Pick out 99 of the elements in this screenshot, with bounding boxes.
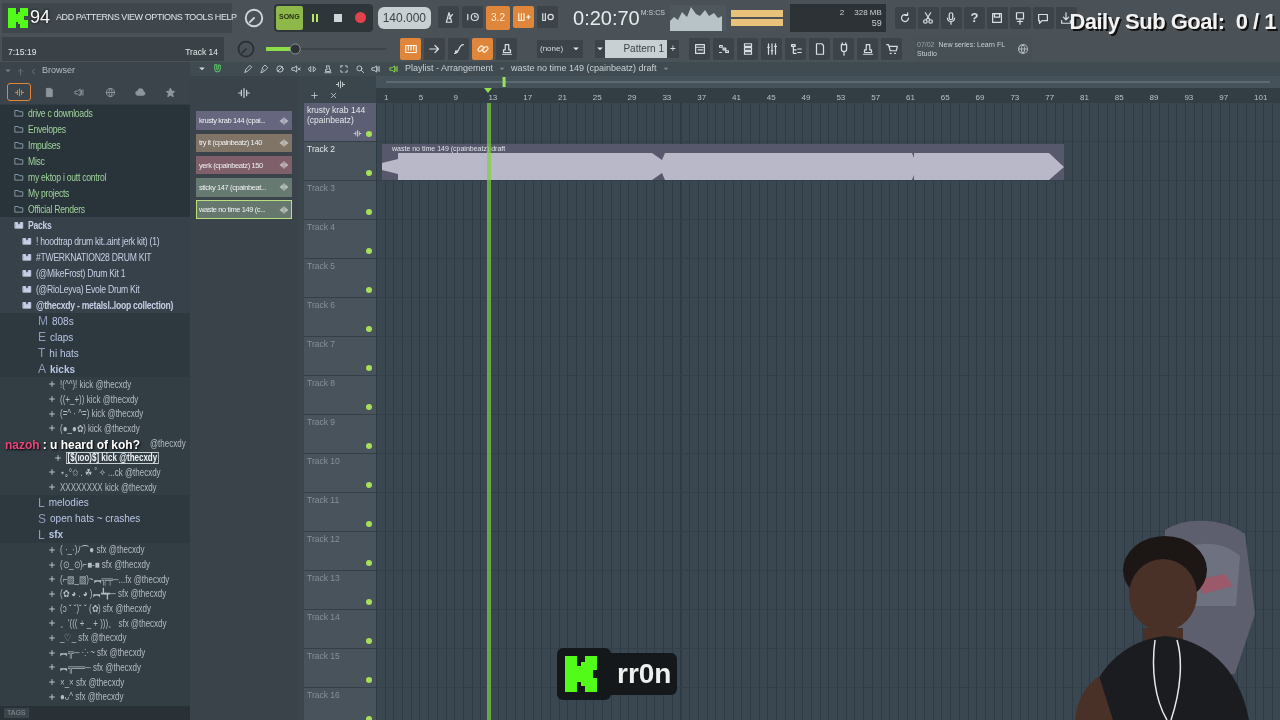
bar-number: 93: [1184, 92, 1194, 102]
bar-number: 61: [906, 92, 915, 102]
pack-item[interactable]: @thecxdy - metalsl..loop collection): [0, 297, 190, 313]
bar-number: 57: [871, 92, 881, 102]
folder-item[interactable]: Envelopes: [0, 121, 190, 137]
track-name: Track 2: [307, 143, 337, 154]
bar-number: 17: [523, 92, 533, 102]
sample-item[interactable]: ×_× sfx @thecxdy: [0, 674, 190, 690]
bar-number: 65: [940, 92, 950, 102]
bar-number: 89: [1149, 92, 1159, 102]
sample-item[interactable]: ( ·_·)ﾉ⌒● sfx @thecxdy: [0, 542, 190, 558]
viewer-count: 94: [30, 6, 51, 29]
add-pattern-button[interactable]: +: [667, 39, 679, 58]
sample-item[interactable]: (=^ · ^=) kick @thecxdy: [0, 406, 190, 422]
bar-number: 77: [1045, 92, 1055, 102]
bar-number: 37: [697, 92, 707, 102]
menu-item[interactable]: VIEW: [121, 10, 143, 25]
bar-number: 97: [1219, 92, 1229, 102]
track-header[interactable]: Track 2: [304, 141, 376, 181]
menu-item[interactable]: TOOLS: [184, 10, 213, 25]
pack-item[interactable]: (@RioLeyva) Evole Drum Kit: [0, 281, 190, 297]
pack-item[interactable]: #TWERKNATION28 DRUM KIT: [0, 249, 190, 265]
sample-item[interactable]: @thecxdy: [150, 435, 190, 451]
chat-message: : u heard of koh?: [42, 437, 140, 453]
tempo-display[interactable]: 140.000: [377, 6, 431, 29]
pack-item[interactable]: ! hoodtrap drum kit..aint jerk kit) (1): [0, 233, 190, 249]
bar-number: 25: [592, 92, 602, 102]
sample-item[interactable]: (⊙_⊙)⌐■-■ sfx @thecxdy: [0, 557, 190, 572]
track-header[interactable]: krusty krab 144 (cpainbeatz): [304, 102, 376, 142]
sub-goal-text: Daily Sub Goal: 0 / 1: [1069, 8, 1276, 36]
sample-item[interactable]: _♡_ sfx @thecxdy: [0, 630, 190, 646]
sample-item[interactable]: (✿ ◕ . ◕ )︻┻┳─ sfx @thecxdy: [0, 586, 190, 602]
bar-number: 73: [1010, 92, 1020, 102]
sample-item[interactable]: XXXXXXXX kick @thecxdy: [0, 479, 190, 495]
sample-item[interactable]: ((+_+)) kick @thecxdy: [0, 391, 190, 407]
sample-item[interactable]: (⌐▨_▨)~︻╦╤─...fx @thecxdy: [0, 571, 190, 587]
bar-number: 5: [418, 92, 424, 102]
folder-item[interactable]: My projects: [0, 185, 190, 201]
browser-title: Browser: [42, 64, 75, 78]
streamer-name: rr0n: [611, 653, 678, 695]
sample-item[interactable]: !(^^)! kick @thecxdy: [0, 377, 190, 392]
bar-number: 29: [627, 92, 637, 102]
track-name: Track 14: [307, 611, 341, 622]
sample-item[interactable]: ●ᴗ^ sfx @thecxdy: [0, 689, 190, 705]
bar-number: 33: [662, 92, 672, 102]
bar-number: 45: [766, 92, 776, 102]
channel-dropdown[interactable]: (none): [537, 39, 583, 58]
pattern-selector[interactable]: Pattern 1: [605, 39, 667, 58]
sample-item[interactable]: ︻╦══─ sfx @thecxdy: [0, 660, 190, 675]
menu-item[interactable]: PATTERNS: [75, 10, 120, 25]
bar-number: 1: [384, 92, 389, 102]
folder-item[interactable]: Impulses: [0, 137, 190, 153]
folder-item[interactable]: my ektop i outt control: [0, 169, 190, 185]
category-item[interactable]: M 808s: [0, 313, 190, 329]
category-item[interactable]: A kicks: [0, 361, 190, 377]
track-name: Track 10: [307, 455, 341, 466]
bar-number: 9: [453, 92, 459, 102]
hint-time: 7:15:19: [8, 45, 37, 59]
track-name: Track 4: [307, 221, 337, 232]
track-name: krusty krab 144 (cpainbeatz): [307, 104, 367, 125]
sample-item[interactable]: ︻╦─ ⁘ ~ sfx @thecxdy: [0, 645, 190, 660]
bar-number: 53: [836, 92, 846, 102]
bar-number: 49: [801, 92, 811, 102]
pack-item[interactable]: (@MikeFrost) Drum Kit 1: [0, 265, 190, 281]
bar-number: 69: [975, 92, 985, 102]
menu-item[interactable]: HELP: [214, 10, 237, 25]
sample-item[interactable]: (●_●✿) kick @thecxdy: [0, 421, 190, 436]
menu-item[interactable]: ADD: [56, 10, 74, 25]
sample-item[interactable]: 。'((( + _ + )))。 sfx @thecxdy: [0, 615, 190, 631]
song-time: 0:20:70: [573, 7, 640, 28]
category-item[interactable]: L melodies: [0, 494, 190, 511]
bar-number: 21: [558, 92, 567, 102]
hint-text: Track 14: [185, 45, 218, 59]
folder-item[interactable]: Official Renders: [0, 201, 190, 217]
category-item[interactable]: E claps: [0, 329, 190, 345]
pack-item[interactable]: Packs: [0, 217, 190, 233]
help-button[interactable]: ?: [963, 6, 985, 29]
folder-item[interactable]: drive c downloads: [0, 105, 190, 121]
bar-number: 81: [1080, 92, 1089, 102]
sample-item[interactable]: (ↄ ˘ ˘)˘ ˘ (✿) sfx @thecxdy: [0, 601, 190, 616]
cpu-reading: 2: [839, 6, 845, 18]
bar-number: 85: [1114, 92, 1124, 102]
folder-item[interactable]: Misc: [0, 153, 190, 169]
track-name: Track 11: [307, 494, 341, 505]
polyphony-reading: 59: [871, 17, 882, 29]
bar-number: 13: [488, 92, 498, 102]
category-item[interactable]: T hi hats: [0, 345, 190, 361]
memory-reading: 328 MB: [854, 6, 882, 18]
bar-number: 101: [1254, 92, 1268, 102]
playlist-title: Playlist - Arrangement: [405, 62, 494, 75]
menu-item[interactable]: OPTIONS: [144, 10, 183, 25]
track-name: Track 5: [307, 260, 337, 271]
arrangement-name[interactable]: waste no time 149 (cpainbeatz) draft: [511, 62, 657, 76]
track-name: Track 13: [307, 572, 341, 583]
bar-number: 41: [732, 92, 741, 102]
track-name: Track 15: [307, 650, 341, 661]
sample-item[interactable]: ⋆｡°✩ . ☘ ˚ ✧ ...ck @thecxdy: [0, 465, 190, 480]
track-name: Track 12: [307, 533, 341, 544]
track-name: Track 16: [307, 689, 341, 700]
